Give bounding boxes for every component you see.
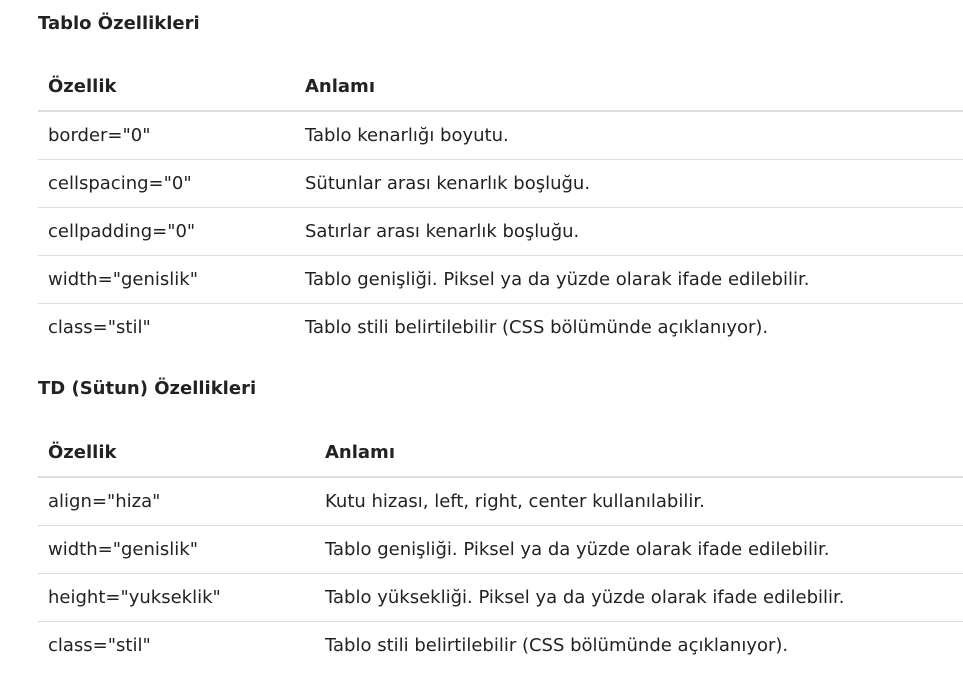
property-cell: align="hiza"	[48, 491, 161, 512]
table-row: border="0" Tablo kenarlığı boyutu.	[38, 111, 963, 160]
table-row: class="stil" Tablo stili belirtilebilir …	[38, 621, 963, 669]
column-header-meaning: Anlamı	[295, 62, 963, 112]
property-cell: height="yukseklik"	[38, 573, 315, 622]
meaning-cell: Tablo yüksekliği. Piksel ya da yüzde ola…	[315, 573, 963, 622]
property-cell: cellspacing="0"	[38, 159, 295, 208]
column-header-property: Özellik	[38, 62, 295, 112]
table-row: height="yukseklik" Tablo yüksekliği. Pik…	[38, 573, 963, 622]
property-cell: width="genislik"	[38, 255, 295, 304]
table-row: width="genislik" Tablo genişliği. Piksel…	[38, 255, 963, 304]
property-cell: class="stil"	[38, 303, 295, 351]
td-properties-table: Özellik Anlamı align="hiza" Kutu hizası,…	[38, 428, 963, 669]
property-cell: cellpadding="0"	[38, 207, 295, 256]
meaning-cell: Tablo kenarlığı boyutu.	[305, 125, 509, 146]
meaning-cell: Kutu hizası, left, right, center kullanı…	[325, 491, 705, 512]
table-row: cellspacing="0" Sütunlar arası kenarlık …	[38, 159, 963, 208]
column-header-property: Özellik	[38, 428, 315, 478]
table-header-row: Özellik Anlamı	[38, 428, 963, 478]
column-header-meaning: Anlamı	[315, 428, 963, 478]
property-cell: width="genislik"	[38, 525, 315, 574]
property-cell: border="0"	[48, 125, 151, 146]
meaning-cell: Tablo genişliği. Piksel ya da yüzde olar…	[315, 525, 963, 574]
meaning-cell: Tablo stili belirtilebilir (CSS bölümünd…	[315, 621, 963, 669]
table-row: align="hiza" Kutu hizası, left, right, c…	[38, 477, 963, 526]
table-properties-table: Özellik Anlamı border="0" Tablo kenarlığ…	[38, 62, 963, 351]
meaning-cell: Sütunlar arası kenarlık boşluğu.	[295, 159, 963, 208]
table-row: cellpadding="0" Satırlar arası kenarlık …	[38, 207, 963, 256]
meaning-cell: Tablo stili belirtilebilir (CSS bölümünd…	[295, 303, 963, 351]
section-title-table-properties: Tablo Özellikleri	[38, 13, 200, 34]
meaning-cell: Tablo genişliği. Piksel ya da yüzde olar…	[295, 255, 963, 304]
section-title-td-properties: TD (Sütun) Özellikleri	[38, 378, 257, 399]
property-cell: class="stil"	[38, 621, 315, 669]
table-row: class="stil" Tablo stili belirtilebilir …	[38, 303, 963, 351]
table-header-row: Özellik Anlamı	[38, 62, 963, 112]
meaning-cell: Satırlar arası kenarlık boşluğu.	[295, 207, 963, 256]
table-row: width="genislik" Tablo genişliği. Piksel…	[38, 525, 963, 574]
